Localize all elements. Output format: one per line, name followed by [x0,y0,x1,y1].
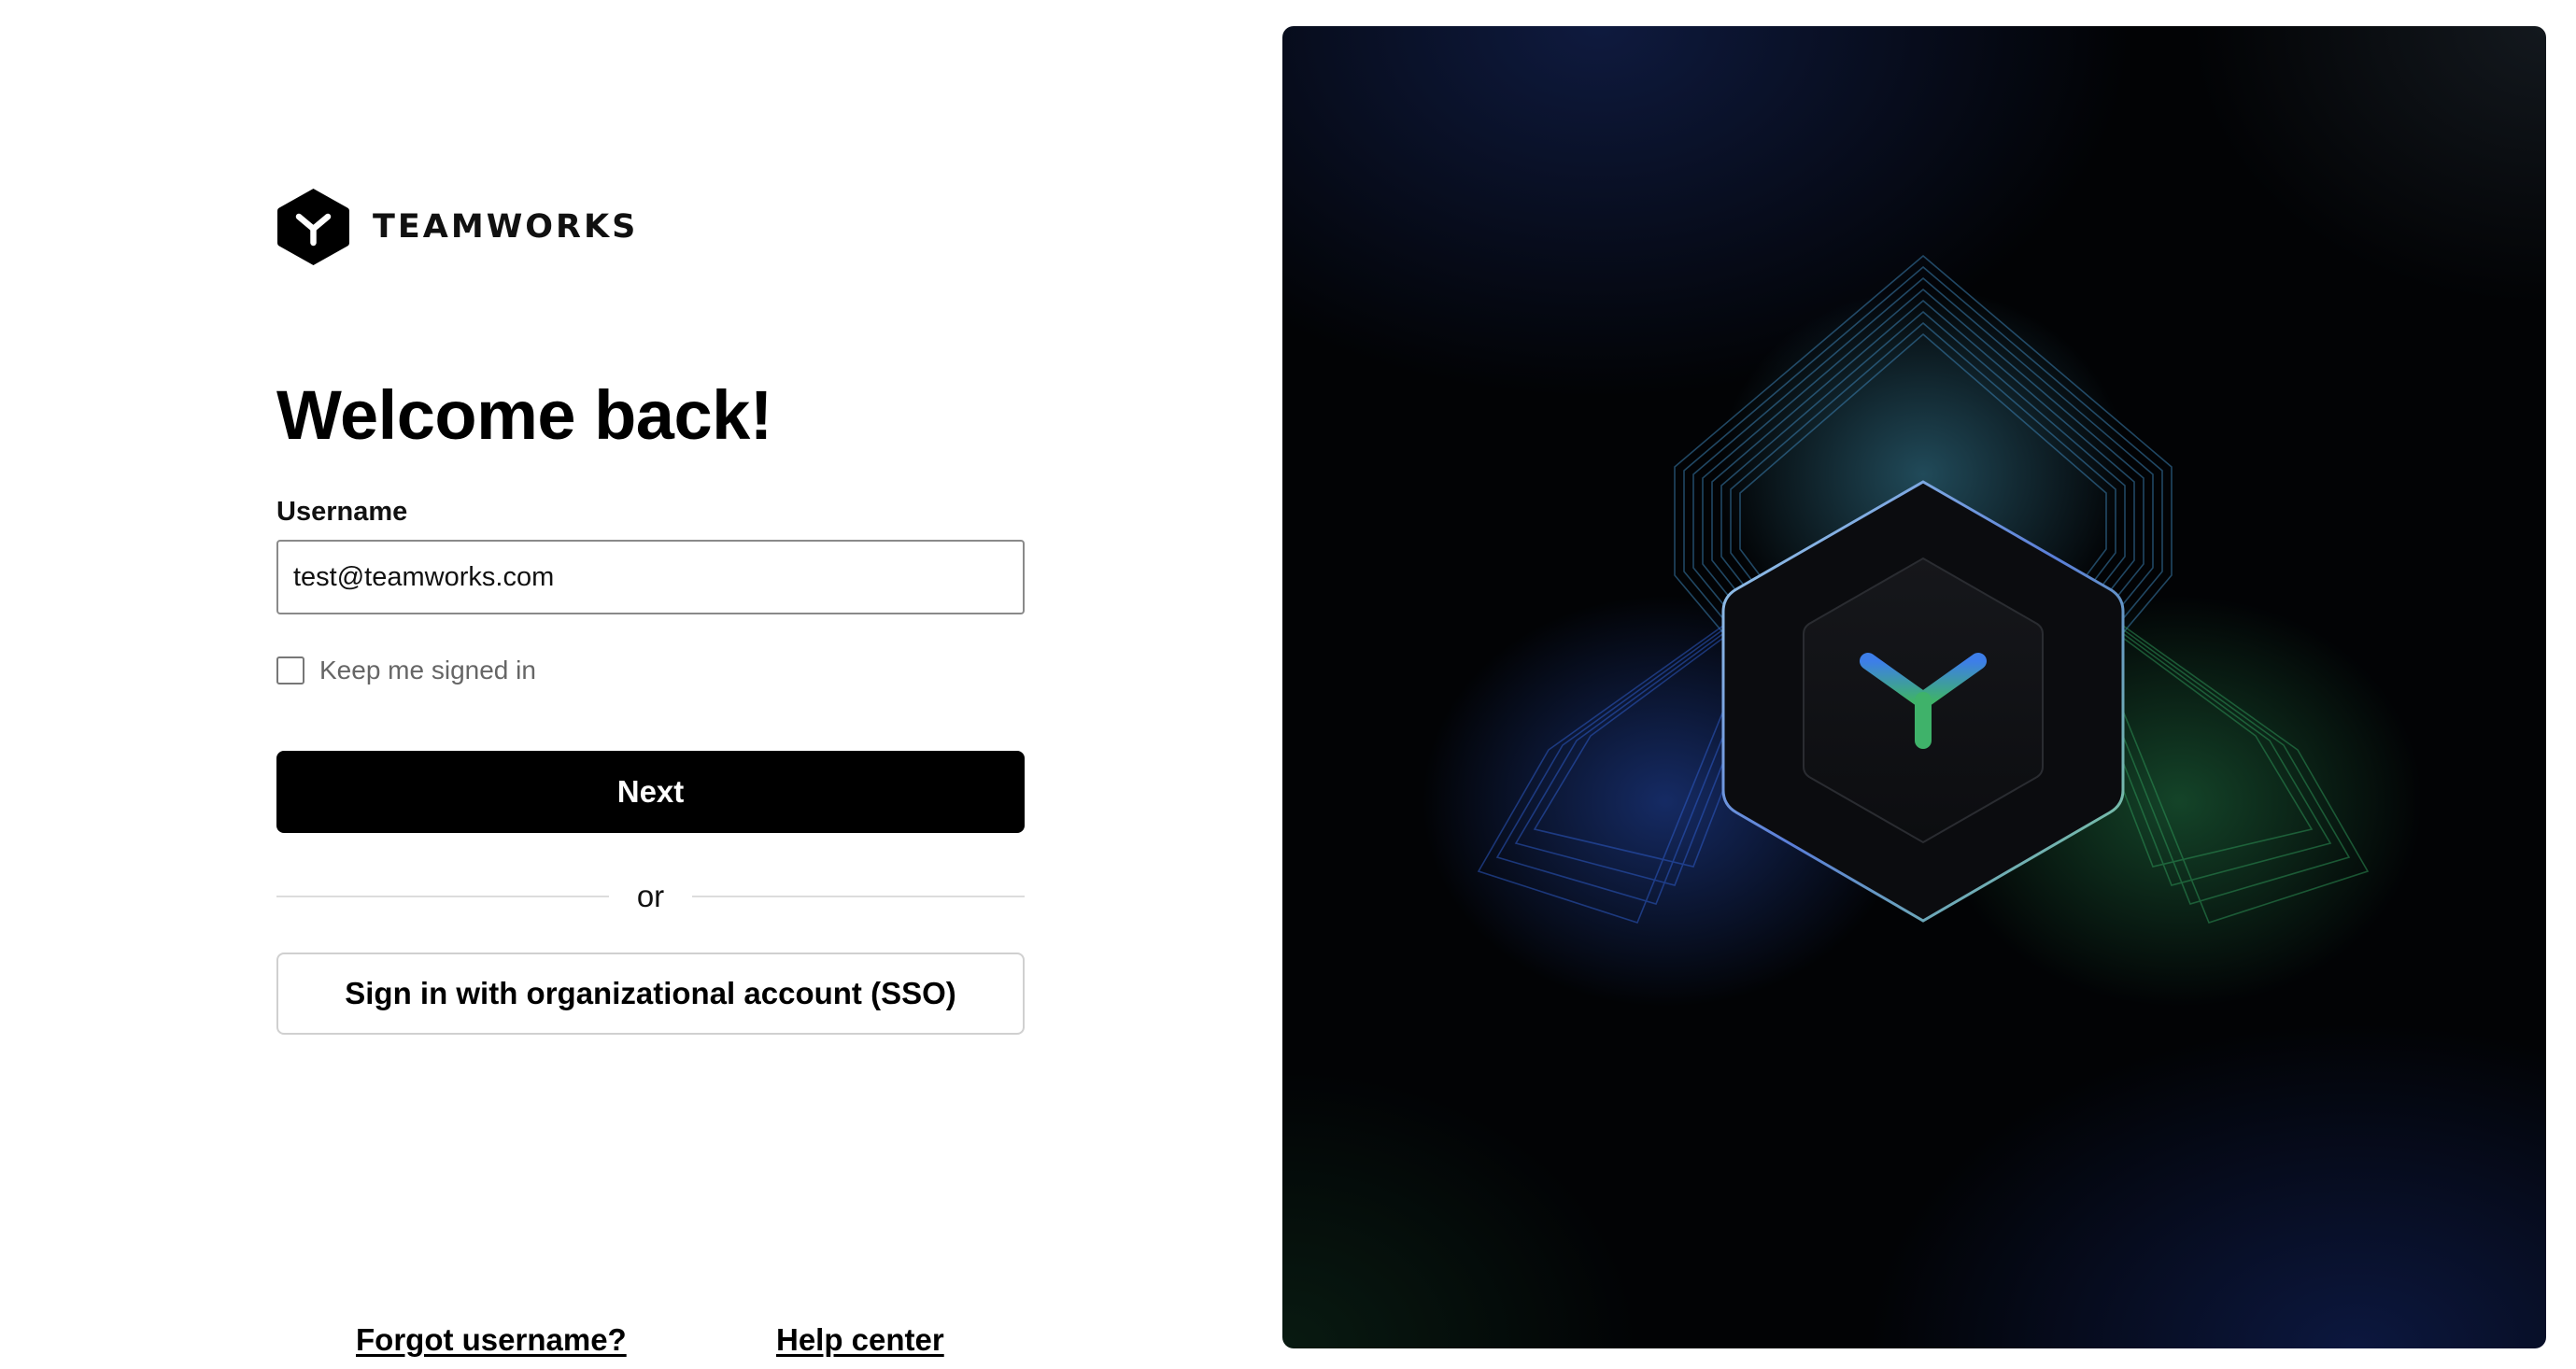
help-center-link[interactable]: Help center [776,1322,944,1358]
forgot-username-link[interactable]: Forgot username? [356,1322,627,1358]
teamworks-glowing-hexagon-icon [1422,254,2422,1007]
login-panel: TEAMWORKS Welcome back! Username Keep me… [276,187,1025,1357]
keep-signed-in-row[interactable]: Keep me signed in [276,656,536,685]
username-label: Username [276,497,408,527]
teamworks-logo-icon [277,189,349,265]
username-input[interactable] [276,540,1025,614]
login-page: TEAMWORKS Welcome back! Username Keep me… [0,0,2576,1369]
divider-text: or [636,879,665,913]
page-title: Welcome back! [276,376,772,454]
next-button[interactable]: Next [276,751,1025,833]
divider-line-right [692,896,1025,897]
sso-sign-in-button[interactable]: Sign in with organizational account (SSO… [276,953,1025,1035]
brand-header: TEAMWORKS [276,187,1025,267]
divider-line-left [276,896,609,897]
keep-signed-in-checkbox[interactable] [276,656,304,684]
or-divider: or [276,876,1025,917]
keep-signed-in-label[interactable]: Keep me signed in [319,656,536,685]
hero-panel [1282,26,2546,1348]
brand-name: TEAMWORKS [373,208,639,246]
